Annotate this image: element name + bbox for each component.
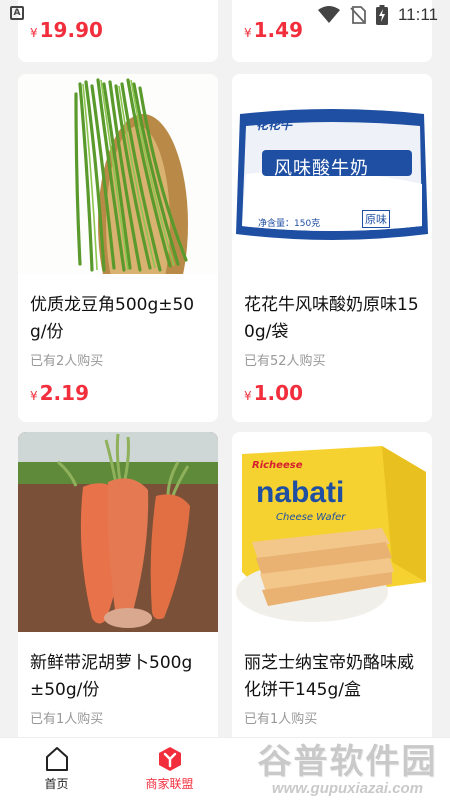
clock: 11:11	[397, 5, 438, 24]
product-title: 优质龙豆角500g±50g/份	[30, 295, 195, 342]
nav-alliance-label: 商家联盟	[145, 777, 194, 791]
package-weight: 净含量：150克	[258, 219, 321, 229]
product-image: Richeese nabati Cheese Wafer	[232, 432, 432, 632]
product-image	[18, 74, 218, 274]
sold-count: 已有1人购买	[244, 712, 318, 727]
watermark-text: 谷普软件园	[257, 741, 438, 782]
product-image: 花花牛 风味酸牛奶 净含量：150克 原味	[232, 74, 432, 274]
watermark: 谷普软件园 www.gupuxiazai.com	[245, 740, 450, 800]
product-title: 新鲜带泥胡萝卜500g±50g/份	[30, 653, 193, 700]
alliance-icon	[158, 747, 181, 771]
package-subtitle: Cheese Wafer	[276, 512, 346, 523]
nav-alliance[interactable]: 商家联盟	[113, 738, 226, 800]
product-card[interactable]: 新鲜带泥胡萝卜500g±50g/份 已有1人购买	[18, 432, 218, 762]
product-image	[18, 432, 218, 632]
battery-charging-icon	[375, 5, 388, 25]
wifi-icon	[317, 6, 340, 23]
status-bar: A 11:11	[0, 0, 450, 30]
nav-home-label: 首页	[44, 777, 69, 791]
notification-icon: A	[10, 6, 24, 20]
product-title: 花花牛风味酸奶原味150g/袋	[244, 295, 419, 342]
product-price: ¥2.19	[30, 381, 89, 405]
package-brand: 花花牛	[256, 118, 293, 132]
sold-count: 已有1人购买	[30, 712, 104, 727]
product-card[interactable]: 优质龙豆角500g±50g/份 已有2人购买 ¥2.19	[18, 74, 218, 422]
home-icon	[45, 747, 68, 771]
product-card[interactable]: 花花牛 风味酸牛奶 净含量：150克 原味 花花牛风味酸奶原味150g/袋 已有…	[232, 74, 432, 422]
sold-count: 已有2人购买	[30, 354, 104, 369]
package-name: 风味酸牛奶	[274, 158, 369, 179]
package-flavor: 原味	[362, 210, 390, 228]
package-brand: Richeese	[252, 460, 303, 471]
package-name: nabati	[256, 476, 345, 509]
watermark-url: www.gupuxiazai.com	[271, 779, 424, 797]
product-price: ¥1.00	[244, 381, 303, 405]
sold-count: 已有52人购买	[244, 354, 326, 369]
product-title: 丽芝士纳宝帝奶酪味威化饼干145g/盒	[244, 653, 414, 700]
nav-home[interactable]: 首页	[0, 738, 113, 800]
product-card[interactable]: Richeese nabati Cheese Wafer 丽芝士纳宝帝奶酪味威化…	[232, 432, 432, 762]
no-sim-icon	[350, 6, 366, 24]
